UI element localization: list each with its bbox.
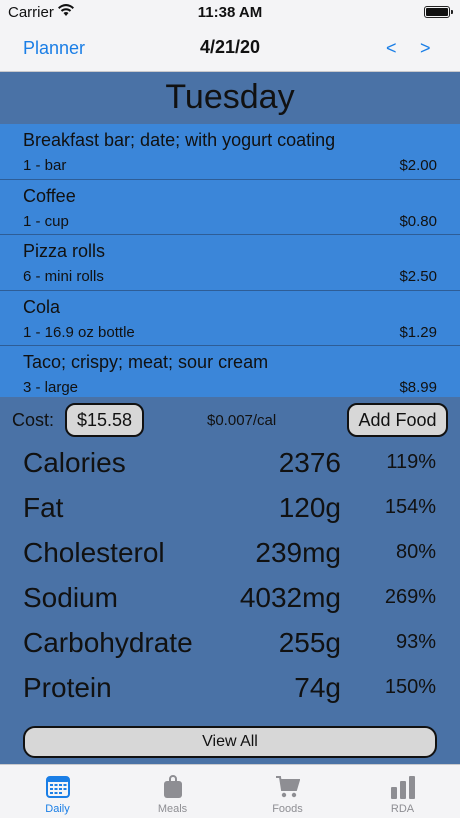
tab-daily[interactable]: Daily: [0, 765, 115, 818]
tab-bar: Daily Meals Foods RDA: [0, 764, 460, 818]
tab-foods[interactable]: Foods: [230, 765, 345, 818]
nutrient-percent: 93%: [395, 631, 436, 653]
nutrient-row-protein: Protein 74g 150%: [0, 672, 460, 717]
food-price: $0.80: [399, 212, 437, 230]
bag-icon: [164, 775, 182, 798]
food-list[interactable]: Breakfast bar; date; with yogurt coating…: [0, 124, 460, 397]
food-name: Breakfast bar; date; with yogurt coating: [23, 130, 336, 150]
status-bar: Carrier 11:38 AM: [0, 0, 460, 26]
tab-label: Meals: [157, 803, 188, 815]
nutrient-row-calories: Calories 2376 119%: [0, 447, 460, 492]
food-quantity: 1 - 16.9 oz bottle: [23, 323, 135, 341]
nutrient-amount: 4032mg: [239, 582, 341, 613]
nutrient-amount: 2376: [278, 447, 341, 478]
food-name: Pizza rolls: [23, 241, 106, 261]
cost-label: Cost:: [12, 410, 55, 430]
nutrient-name: Carbohydrate: [23, 627, 193, 658]
calendar-icon: [46, 776, 70, 798]
battery-icon: [424, 6, 453, 18]
bar-chart-icon: [391, 776, 415, 799]
nutrient-amount: 255g: [278, 627, 341, 658]
day-heading: Tuesday: [165, 78, 295, 116]
food-row[interactable]: Breakfast bar; date; with yogurt coating…: [0, 124, 460, 180]
tab-meals[interactable]: Meals: [115, 765, 230, 818]
nutrient-amount: 120g: [278, 492, 341, 523]
food-price: $2.50: [399, 268, 437, 285]
tab-label: RDA: [390, 803, 415, 815]
food-quantity: 3 - large: [23, 379, 79, 396]
previous-day-button[interactable]: <: [386, 38, 397, 59]
food-quantity: 1 - bar: [23, 157, 67, 174]
food-quantity: 6 - mini rolls: [23, 268, 104, 285]
nutrient-percent: 150%: [384, 676, 436, 698]
food-name: Taco; crispy; meat; sour cream: [23, 352, 269, 372]
view-all-button[interactable]: View All: [23, 726, 437, 758]
nutrient-row-fat: Fat 120g 154%: [0, 492, 460, 537]
tab-label: Foods: [272, 803, 303, 815]
nutrient-percent: 269%: [384, 586, 436, 608]
nutrient-name: Fat: [23, 492, 64, 523]
next-day-button[interactable]: >: [420, 38, 431, 59]
cost-per-calorie: $0.007/cal: [207, 412, 277, 429]
nutrient-percent: 119%: [386, 451, 436, 473]
food-price: $2.00: [399, 157, 437, 174]
nutrient-name: Calories: [23, 447, 126, 478]
food-row[interactable]: Pizza rolls 6 - mini rolls $2.50: [0, 235, 460, 291]
clock: 11:38 AM: [197, 4, 263, 21]
food-price: $1.29: [399, 323, 437, 341]
nutrient-row-cholesterol: Cholesterol 239mg 80%: [0, 537, 460, 582]
nutrient-percent: 154%: [384, 496, 436, 518]
nav-bar: Planner 4/21/20 < >: [0, 26, 460, 72]
nutrient-amount: 74g: [294, 672, 341, 703]
nutrient-amount: 239mg: [255, 537, 341, 568]
total-cost-button[interactable]: $15.58: [65, 403, 144, 437]
food-name: Cola: [23, 296, 61, 317]
nutrient-row-sodium: Sodium 4032mg 269%: [0, 582, 460, 627]
food-price: $8.99: [399, 379, 437, 396]
nutrient-name: Protein: [23, 672, 112, 703]
food-quantity: 1 - cup: [23, 212, 69, 230]
food-row[interactable]: Cola 1 - 16.9 oz bottle $1.29: [0, 291, 460, 346]
tab-rda[interactable]: RDA: [345, 765, 460, 818]
cart-icon: [276, 776, 300, 798]
tab-label: Daily: [45, 803, 70, 815]
food-row[interactable]: Taco; crispy; meat; sour cream 3 - large…: [0, 346, 460, 397]
food-name: Coffee: [23, 185, 76, 206]
nutrient-name: Sodium: [23, 582, 118, 613]
nutrient-row-carbohydrate: Carbohydrate 255g 93%: [0, 627, 460, 672]
nutrient-name: Cholesterol: [23, 537, 165, 568]
food-row[interactable]: Coffee 1 - cup $0.80: [0, 180, 460, 235]
nutrient-percent: 80%: [395, 541, 436, 563]
add-food-button[interactable]: Add Food: [347, 403, 448, 437]
